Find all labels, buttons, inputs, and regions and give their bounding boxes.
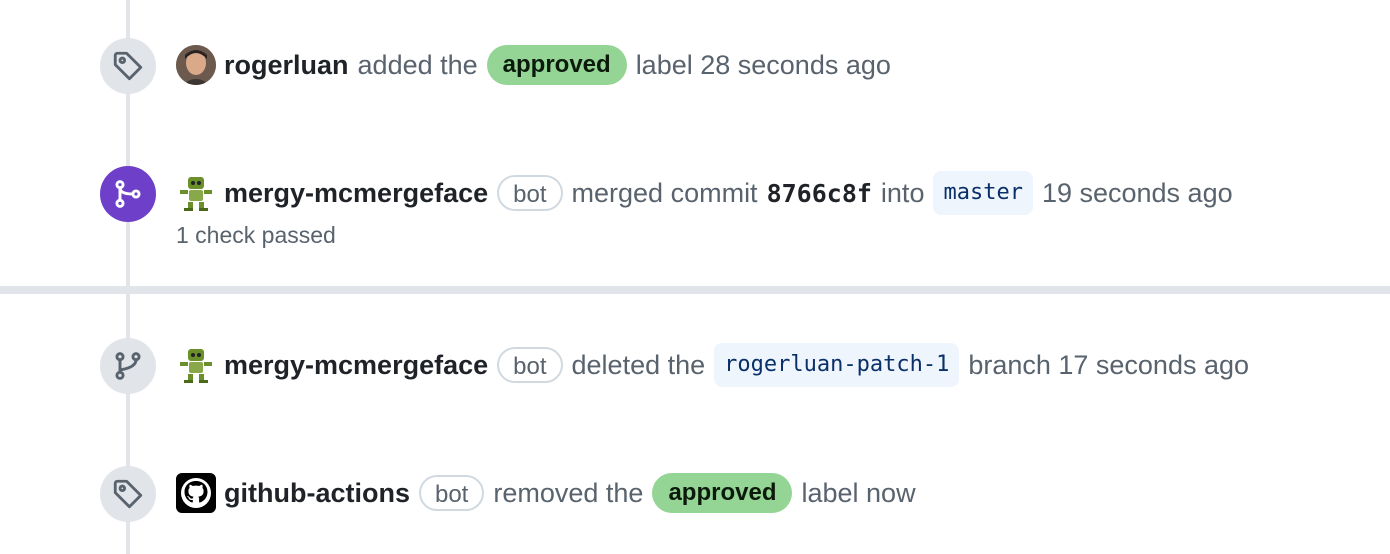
event-tail-text: 19 seconds ago bbox=[1041, 177, 1233, 208]
timeline-event-merged: mergy-mcmergeface bot merged commit 8766… bbox=[176, 171, 1233, 215]
timeline-event-label-removed: github-actions bot removed the approved … bbox=[176, 473, 916, 513]
bot-badge: bot bbox=[497, 175, 563, 211]
event-icon-badge bbox=[100, 338, 156, 394]
username-link[interactable]: mergy-mcmergeface bbox=[224, 350, 488, 381]
event-icon-badge bbox=[100, 466, 156, 522]
event-icon-badge-merged bbox=[100, 166, 156, 222]
branch-name-deleted[interactable]: rogerluan-patch-1 bbox=[714, 343, 960, 387]
bot-avatar[interactable] bbox=[176, 173, 216, 213]
event-tail-text: label 28 seconds ago bbox=[635, 49, 891, 80]
label-badge-approved[interactable]: approved bbox=[486, 45, 627, 85]
username-link[interactable]: mergy-mcmergeface bbox=[224, 178, 488, 209]
git-merge-icon bbox=[115, 180, 141, 208]
event-action-text: deleted the bbox=[571, 349, 706, 380]
timeline-event-label-added: rogerluan added the approved label 28 se… bbox=[176, 45, 891, 85]
username-link[interactable]: github-actions bbox=[224, 478, 410, 509]
git-branch-icon bbox=[115, 352, 141, 380]
label-badge-approved[interactable]: approved bbox=[652, 473, 793, 513]
event-action-text: removed the bbox=[493, 477, 644, 508]
event-icon-badge bbox=[100, 38, 156, 94]
checks-status-text[interactable]: 1 check passed bbox=[176, 222, 336, 249]
event-action-text: merged commit bbox=[571, 177, 758, 208]
event-tail-text: branch 17 seconds ago bbox=[968, 349, 1250, 380]
user-avatar[interactable] bbox=[176, 45, 216, 85]
github-actions-avatar[interactable] bbox=[176, 473, 216, 513]
event-tail-text: label now bbox=[801, 477, 916, 508]
timeline-divider bbox=[0, 286, 1390, 294]
tag-icon bbox=[113, 479, 143, 509]
bot-badge: bot bbox=[497, 347, 563, 383]
branch-name-master[interactable]: master bbox=[933, 171, 1033, 215]
bot-avatar[interactable] bbox=[176, 345, 216, 385]
timeline-event-branch-deleted: mergy-mcmergeface bot deleted the rogerl… bbox=[176, 343, 1250, 387]
event-action-text: added the bbox=[357, 49, 478, 80]
event-into-text: into bbox=[880, 177, 925, 208]
username-link[interactable]: rogerluan bbox=[224, 50, 349, 81]
tag-icon bbox=[113, 51, 143, 81]
bot-badge: bot bbox=[418, 475, 485, 511]
commit-sha-link[interactable]: 8766c8f bbox=[767, 179, 872, 208]
